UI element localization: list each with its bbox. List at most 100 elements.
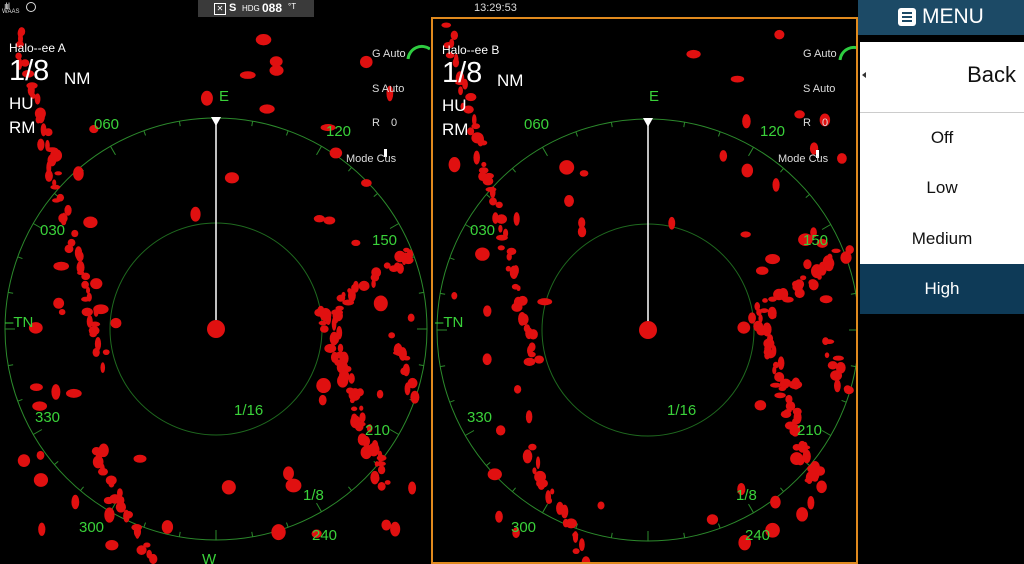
radar-echo — [373, 295, 388, 312]
radar-echo — [845, 245, 854, 255]
radar-pane-a[interactable]: Halo--ee A 1/8 NM HU RM G Auto S Auto R … — [0, 17, 430, 564]
radar-echo — [498, 224, 503, 233]
radar-echo — [771, 311, 777, 319]
radar-echo — [719, 150, 728, 162]
radar-echo — [804, 478, 813, 483]
radar-echo — [410, 390, 420, 404]
bearing-030: 030 — [470, 222, 496, 239]
gain-arc-icon — [406, 44, 430, 60]
close-icon: ✕ — [214, 3, 226, 15]
radar-echo — [513, 212, 520, 226]
bearing-tick — [610, 532, 613, 538]
bearing-tick — [285, 522, 289, 528]
radar-echo — [105, 539, 119, 551]
radar-echo — [513, 384, 522, 394]
menu-option-high[interactable]: High — [860, 264, 1024, 314]
radar-echo — [833, 379, 841, 393]
radar-echo — [740, 231, 751, 238]
menu-option-low[interactable]: Low — [860, 163, 1024, 213]
radar-echo — [796, 507, 809, 522]
rain-value: 0 — [822, 117, 829, 129]
gain-control[interactable]: G Auto — [803, 48, 837, 60]
heading-marker-icon — [211, 117, 221, 126]
bearing-tick — [143, 130, 147, 136]
radar-echo — [844, 386, 854, 395]
radar-echo — [546, 497, 553, 504]
bearing-tick — [542, 503, 548, 513]
radar-echo — [803, 259, 812, 270]
sea-control[interactable]: S Auto — [803, 83, 835, 95]
true-north-marker: –TN — [5, 314, 34, 331]
rain-control[interactable]: R 0 — [372, 117, 397, 129]
radar-echo — [324, 343, 337, 354]
mode-label: Mode — [778, 153, 806, 165]
back-button[interactable]: Back — [860, 42, 1024, 113]
radar-echo — [807, 495, 815, 510]
radar-echo — [371, 279, 376, 288]
motion-mode[interactable]: RM — [442, 120, 468, 140]
radar-echo — [495, 510, 503, 523]
sea-control[interactable]: S Auto — [372, 83, 404, 95]
radar-echo — [58, 308, 66, 316]
radar-echo — [759, 308, 769, 313]
radar-pane-b[interactable]: Halo--ee B 1/8 NM HU RM G Auto S Auto R … — [431, 17, 858, 564]
bearing-tick — [850, 365, 856, 368]
orientation-mode[interactable]: HU — [9, 94, 34, 114]
radar-source-name: Halo--ee B — [442, 43, 500, 57]
rain-control[interactable]: R 0 — [803, 117, 828, 129]
menu-header[interactable]: MENU — [858, 0, 1024, 35]
bearing-tick — [449, 257, 455, 261]
bearing-tick — [511, 487, 516, 492]
bearing-tick — [449, 399, 455, 403]
radar-echo — [359, 405, 364, 411]
orientation-mode[interactable]: HU — [442, 96, 467, 116]
radar-echo — [352, 280, 359, 293]
range-value[interactable]: 1/8 — [9, 55, 49, 88]
mode-control[interactable]: Mode Cus — [346, 153, 396, 165]
radar-display-a[interactable] — [0, 17, 430, 564]
radar-echo — [564, 195, 574, 207]
bearing-w: W — [202, 551, 217, 564]
radar-echo — [115, 501, 126, 513]
radar-echo — [269, 65, 284, 76]
own-vessel-icon — [207, 320, 225, 338]
radar-echo — [71, 494, 80, 510]
bearing-tick — [17, 398, 23, 402]
radar-echo — [200, 90, 213, 106]
bearing-tick — [780, 487, 785, 492]
bearing-tick — [717, 523, 721, 529]
radar-echo — [771, 344, 777, 357]
radar-echo — [350, 406, 358, 412]
radar-echo — [318, 394, 327, 406]
radar-echo — [774, 392, 786, 399]
menu-option-medium[interactable]: Medium — [860, 214, 1024, 264]
radar-echo — [348, 373, 355, 384]
radar-echo — [475, 247, 490, 261]
bearing-tick — [285, 130, 289, 136]
heading-readout[interactable]: ✕ S HDG 088 °T — [198, 0, 314, 17]
menu-option-off[interactable]: Off — [860, 113, 1024, 163]
radar-echo — [239, 71, 256, 79]
gain-control[interactable]: G Auto — [372, 48, 406, 60]
mode-control[interactable]: Mode Cus — [778, 153, 828, 165]
radar-echo — [706, 514, 719, 525]
radar-echo — [36, 450, 45, 460]
radar-echo — [815, 466, 826, 476]
sea-label: S — [803, 83, 811, 95]
radar-echo — [572, 531, 579, 543]
range-value[interactable]: 1/8 — [442, 57, 482, 90]
radar-echo — [347, 288, 352, 294]
radar-echo — [335, 305, 344, 311]
radar-echo — [81, 307, 93, 317]
radar-display-b[interactable] — [433, 19, 856, 562]
radar-echo — [131, 523, 143, 531]
radar-echo — [511, 283, 520, 290]
radar-echo — [400, 367, 409, 376]
radar-echo — [782, 296, 794, 303]
radar-echo — [742, 114, 751, 129]
radar-echo — [377, 465, 386, 475]
radar-echo — [481, 161, 487, 168]
radar-echo — [741, 163, 754, 178]
motion-mode[interactable]: RM — [9, 118, 35, 138]
radar-echo — [271, 524, 286, 541]
